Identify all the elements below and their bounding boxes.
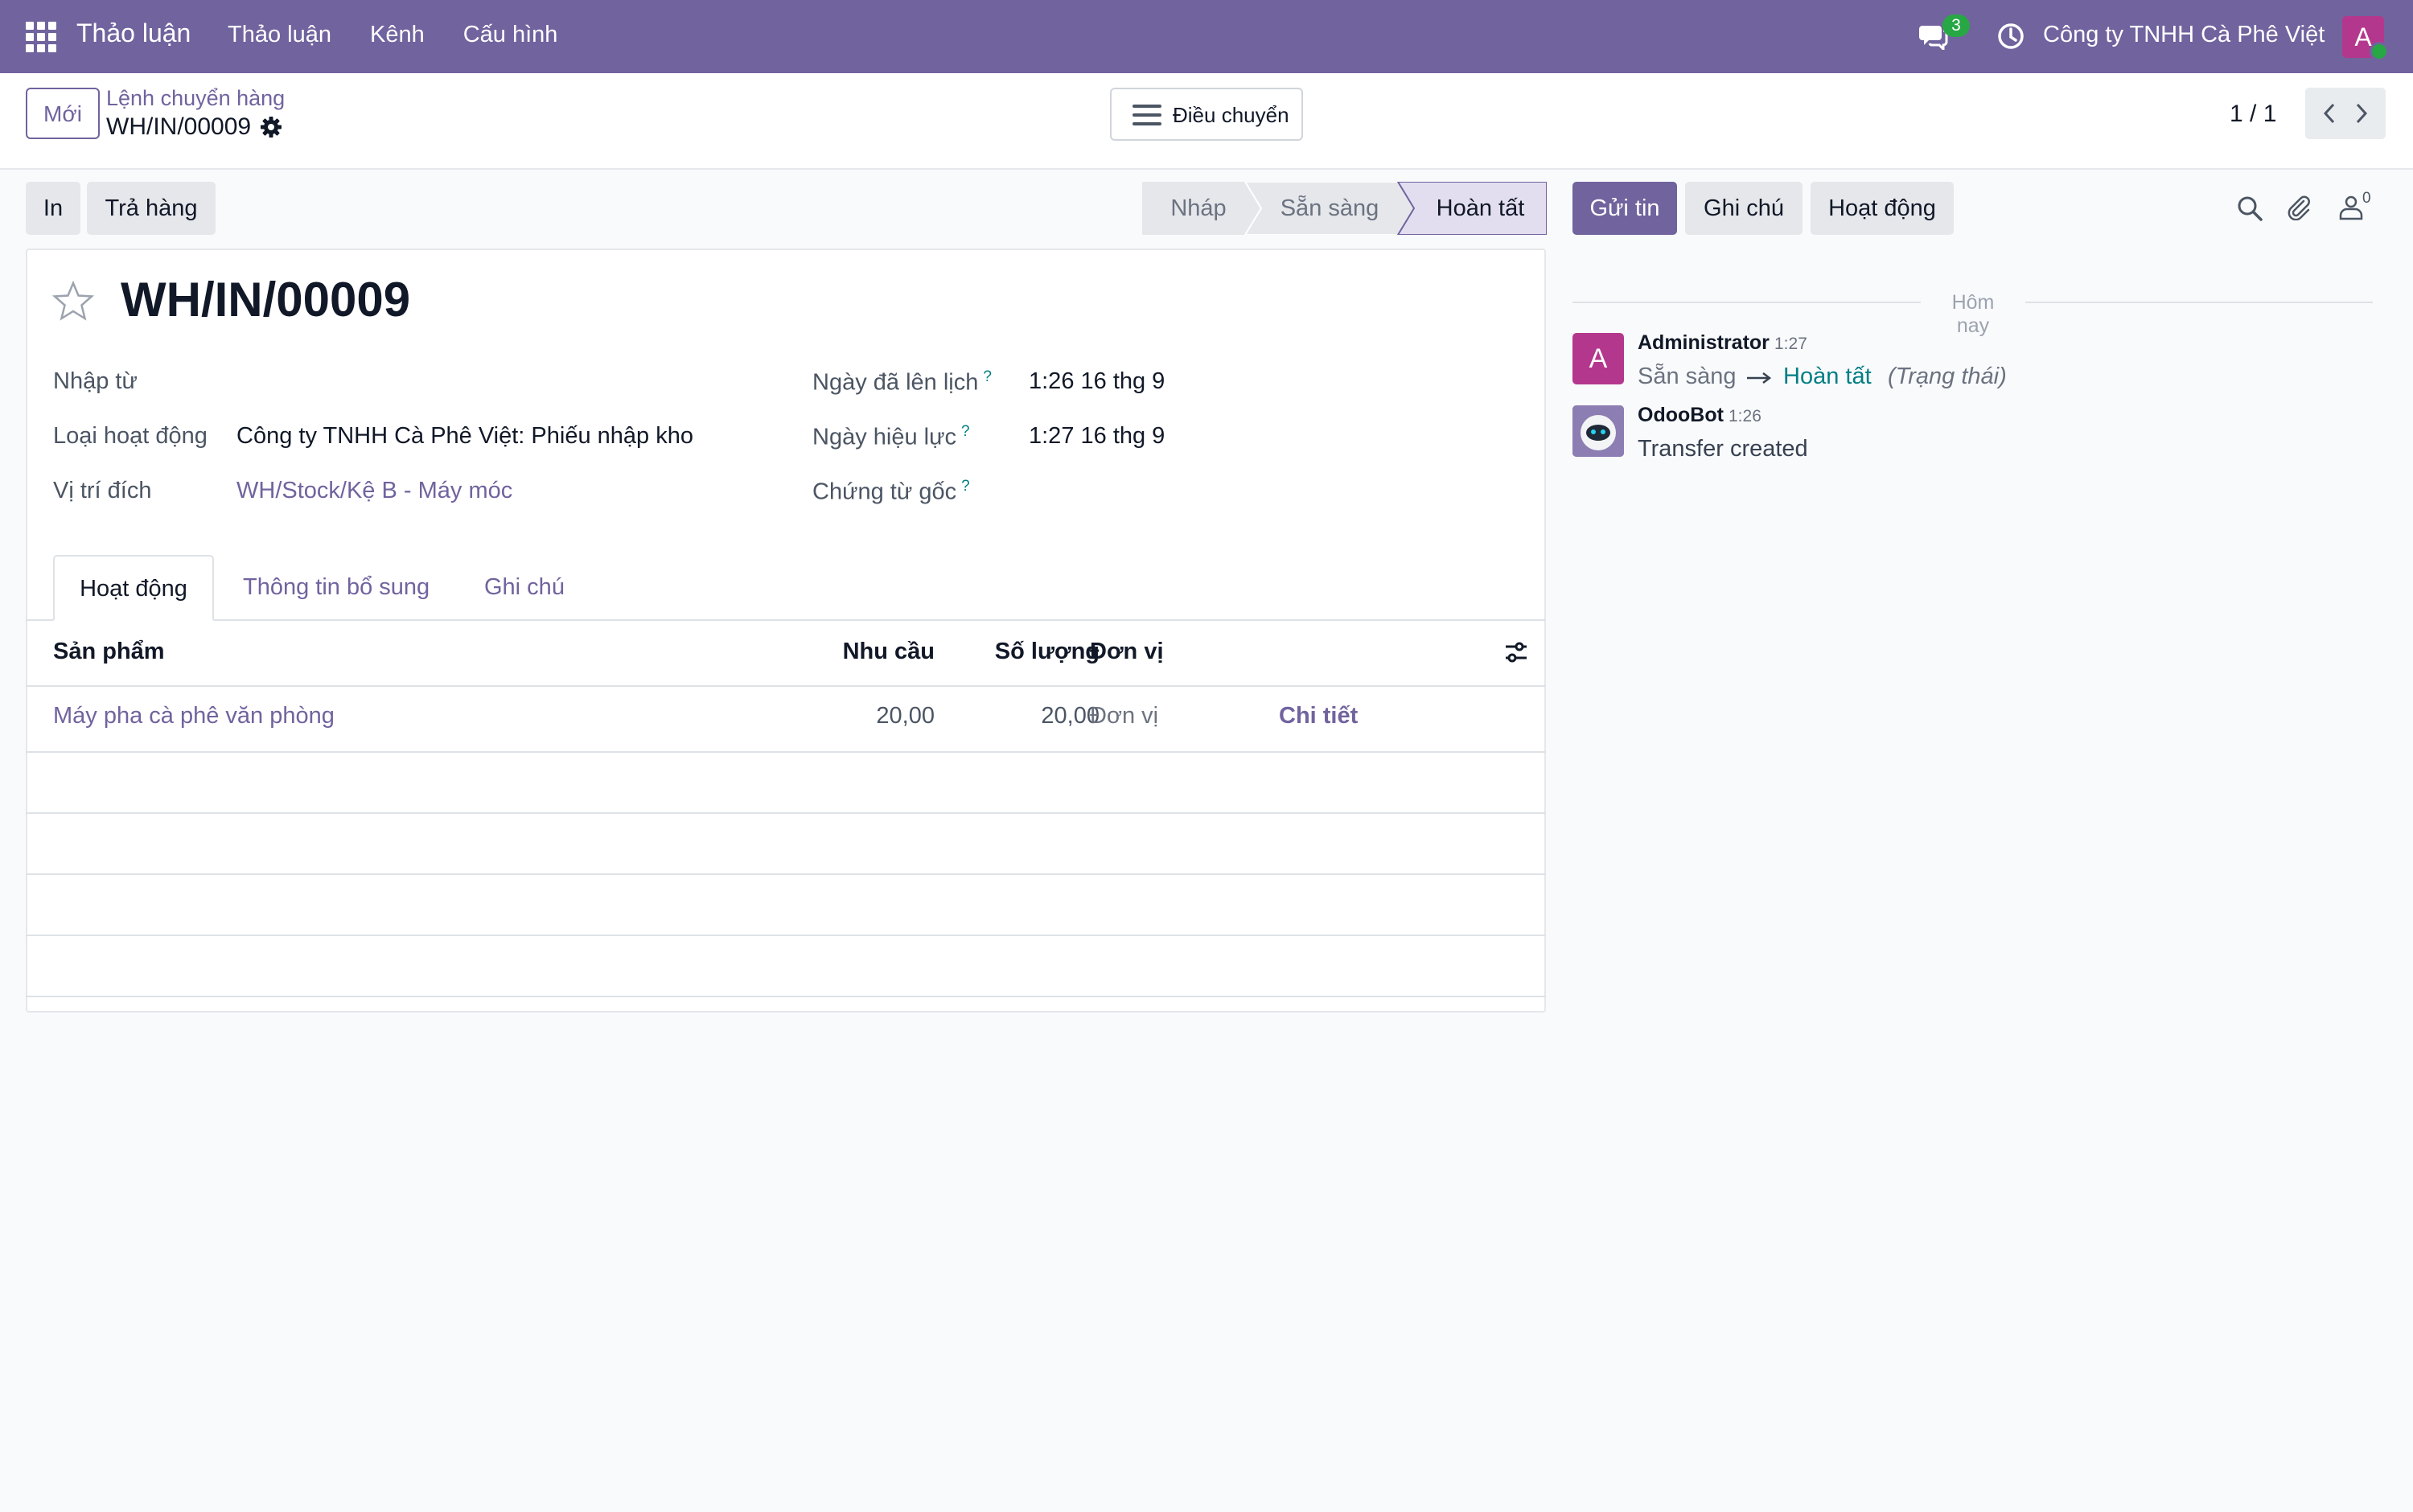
robot-icon <box>1572 405 1624 457</box>
send-message-button[interactable]: Gửi tin <box>1572 182 1677 235</box>
pager-next-button[interactable] <box>2336 88 2386 139</box>
odoobot-avatar[interactable] <box>1572 405 1624 457</box>
source-document-label: Chứng từ gốc <box>812 479 957 505</box>
notebook-tabs: Hoạt động Thông tin bổ sung Ghi chú <box>26 555 1546 621</box>
table-header: Sản phẩm Nhu cầu Số lượng Đơn vị <box>26 621 1546 687</box>
return-button[interactable]: Trả hàng <box>87 182 216 235</box>
message-author[interactable]: OdooBot <box>1638 404 1724 427</box>
chat-badge: 3 <box>1942 14 1970 37</box>
tracking-new-value: Hoàn tất <box>1783 364 1872 389</box>
tab-additional-info[interactable]: Thông tin bổ sung <box>243 555 430 619</box>
paperclip-icon[interactable] <box>2284 193 2312 220</box>
transfers-label: Điều chuyển <box>1173 103 1289 127</box>
tab-notes[interactable]: Ghi chú <box>484 555 565 619</box>
record-title: WH/IN/00009 <box>121 273 411 327</box>
chevron-right-icon <box>2356 103 2368 124</box>
field-label-effective-date: Ngày hiệu lực? <box>812 423 970 451</box>
menu-item-discuss[interactable]: Thảo luận <box>228 22 331 48</box>
status-step-done[interactable]: Hoàn tất <box>1414 182 1547 235</box>
field-value-effective-date[interactable]: 1:27 16 thg 9 <box>1029 423 1165 450</box>
follower-icon[interactable] <box>2337 193 2365 220</box>
new-button[interactable]: Mới <box>26 88 100 139</box>
field-label-destination: Vị trí đích <box>53 478 152 503</box>
field-label-source-document: Chứng từ gốc? <box>812 478 970 506</box>
status-step-ready[interactable]: Sẵn sàng <box>1261 182 1398 235</box>
field-label-operation-type: Loại hoạt động <box>53 423 208 449</box>
company-switcher[interactable]: Công ty TNHH Cà Phê Việt <box>2043 22 2325 48</box>
tab-operations[interactable]: Hoạt động <box>53 555 214 621</box>
column-header-product[interactable]: Sản phẩm <box>53 639 165 665</box>
tracking-old-value: Sẵn sàng <box>1638 364 1737 389</box>
message-time: 1:26 <box>1729 407 1761 425</box>
cell-uom[interactable]: Đơn vị <box>1090 703 1158 729</box>
top-navbar: Thảo luận Thảo luận Kênh Cấu hình 3 Công… <box>0 0 2413 73</box>
table-row[interactable]: Máy pha cà phê văn phòng 20,00 20,00 Đơn… <box>26 685 1546 753</box>
table-row-empty <box>26 814 1546 875</box>
separator-line-left <box>1572 302 1921 303</box>
column-header-demand[interactable]: Nhu cầu <box>822 639 935 665</box>
field-value-operation-type[interactable]: Công ty TNHH Cà Phê Việt: Phiếu nhập kho <box>236 423 693 450</box>
message-body: Transfer created <box>1638 436 1808 462</box>
table-row-empty <box>26 753 1546 814</box>
day-separator-label: Hôm nay <box>1951 291 1995 337</box>
day-separator: Hôm nay <box>1572 290 2373 337</box>
transfers-smart-button[interactable]: Điều chuyển <box>1110 88 1303 141</box>
pager-value[interactable]: 1 / 1 <box>2230 101 2276 128</box>
field-label-scheduled-date: Ngày đã lên lịch? <box>812 368 992 396</box>
help-icon[interactable]: ? <box>983 368 992 385</box>
statusbar: Nháp Sẵn sàng Hoàn tất <box>1142 182 1547 235</box>
table-row-empty <box>26 875 1546 936</box>
breadcrumb-parent[interactable]: Lệnh chuyển hàng <box>106 86 285 111</box>
separator-line-right <box>2025 302 2373 303</box>
control-panel: Mới Lệnh chuyển hàng WH/IN/00009 Điều ch… <box>0 73 2413 170</box>
menu-item-channels[interactable]: Kênh <box>370 22 425 48</box>
status-step-draft[interactable]: Nháp <box>1142 182 1255 235</box>
message-author[interactable]: Administrator <box>1638 331 1770 355</box>
follower-count: 0 <box>2362 190 2371 207</box>
arrow-right-icon <box>1747 372 1771 384</box>
column-header-uom[interactable]: Đơn vị <box>1090 639 1164 665</box>
field-label-receive-from: Nhập từ <box>53 368 138 394</box>
main-menu: Thảo luận Kênh Cấu hình <box>228 22 596 48</box>
cell-quantity[interactable]: 20,00 <box>967 703 1100 729</box>
gear-icon[interactable] <box>259 115 283 139</box>
message-author-avatar[interactable]: A <box>1572 333 1624 384</box>
list-icon <box>1133 105 1161 125</box>
app-brand[interactable]: Thảo luận <box>76 18 191 48</box>
help-icon[interactable]: ? <box>961 423 970 440</box>
tracking-field-name: (Trạng thái) <box>1888 364 2007 389</box>
apps-grid-icon[interactable] <box>26 22 56 52</box>
log-note-button[interactable]: Ghi chú <box>1685 182 1803 235</box>
cell-demand[interactable]: 20,00 <box>822 703 935 729</box>
details-button[interactable]: Chi tiết <box>1279 703 1358 729</box>
breadcrumb-current: WH/IN/00009 <box>106 113 252 140</box>
help-icon[interactable]: ? <box>961 478 970 495</box>
search-icon[interactable] <box>2236 195 2263 222</box>
cell-product[interactable]: Máy pha cà phê văn phòng <box>53 703 335 729</box>
optional-columns-icon[interactable] <box>1504 640 1528 664</box>
effective-date-label: Ngày hiệu lực <box>812 424 956 450</box>
field-value-destination[interactable]: WH/Stock/Kệ B - Máy móc <box>236 478 512 504</box>
print-button[interactable]: In <box>26 182 80 235</box>
online-status-icon <box>2370 42 2389 61</box>
field-value-scheduled-date[interactable]: 1:26 16 thg 9 <box>1029 368 1165 395</box>
scheduled-date-label: Ngày đã lên lịch <box>812 369 979 396</box>
menu-item-configuration[interactable]: Cấu hình <box>463 22 558 48</box>
star-icon[interactable] <box>51 280 95 323</box>
schedule-activity-button[interactable]: Hoạt động <box>1811 182 1954 235</box>
clock-icon[interactable] <box>1996 22 2025 51</box>
table-row-empty <box>26 936 1546 997</box>
column-header-quantity[interactable]: Số lượng <box>967 639 1100 665</box>
message-time: 1:27 <box>1774 335 1807 353</box>
